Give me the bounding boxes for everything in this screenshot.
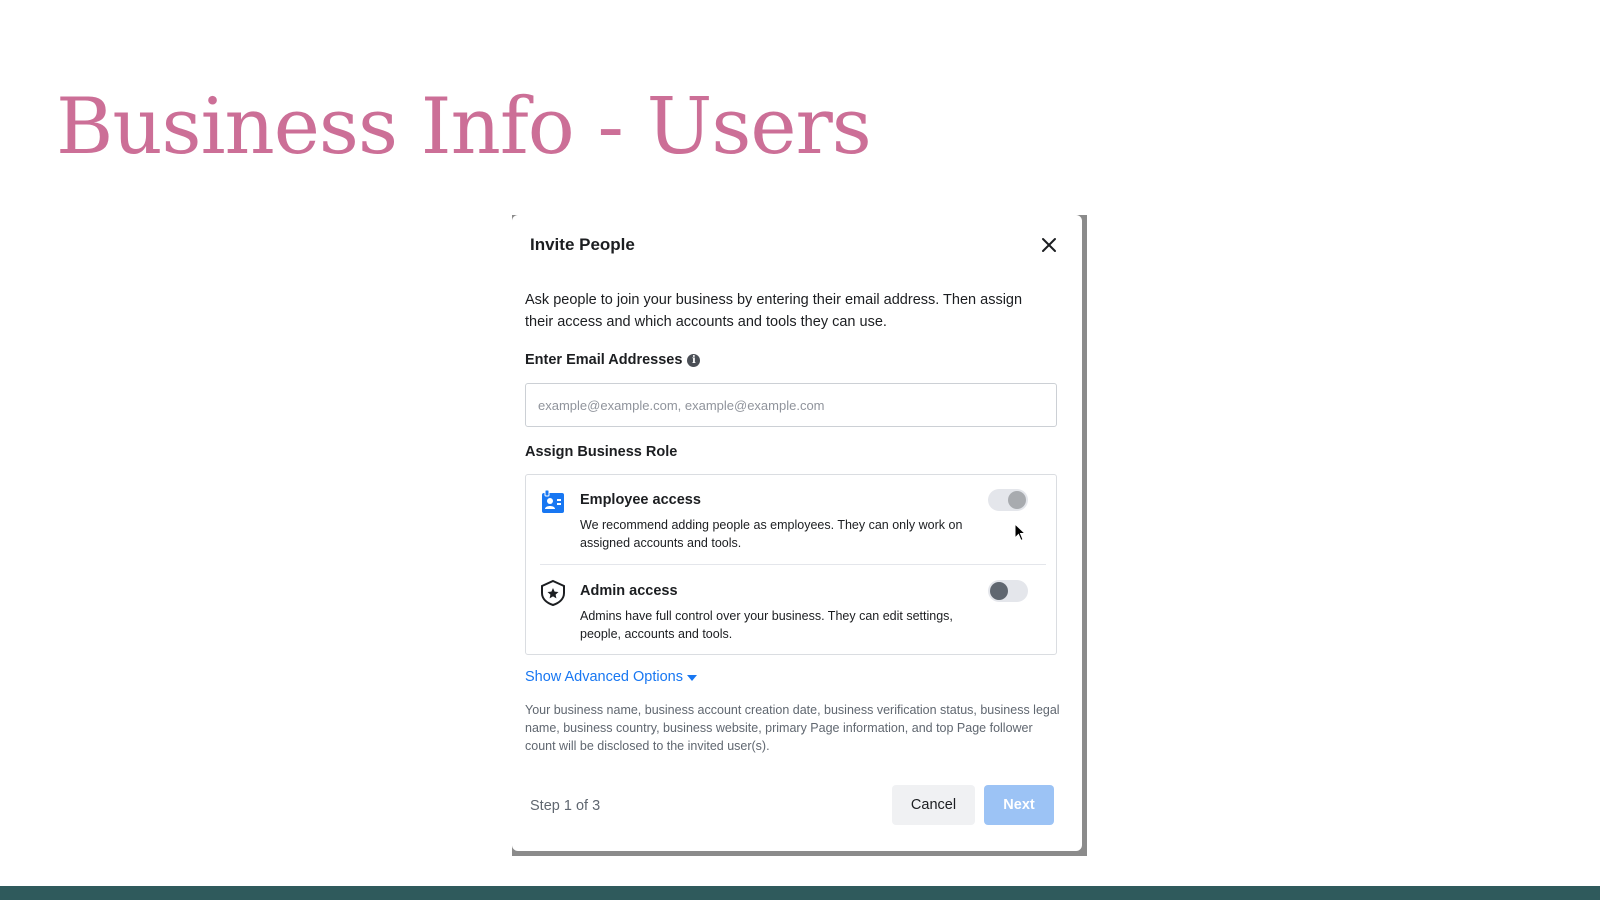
dialog-intro-text: Ask people to join your business by ente… [525, 292, 1023, 330]
employee-badge-icon [542, 489, 564, 513]
role-divider [540, 564, 1046, 565]
assign-role-label: Assign Business Role [525, 444, 678, 460]
next-button[interactable]: Next [984, 785, 1054, 825]
email-label-text: Enter Email Addresses [525, 352, 683, 368]
email-input[interactable] [525, 383, 1057, 427]
roles-box: Employee access We recommend adding peop… [525, 474, 1057, 655]
employee-access-toggle[interactable] [988, 489, 1028, 511]
cancel-button[interactable]: Cancel [892, 785, 975, 825]
admin-shield-icon [541, 579, 565, 607]
info-icon[interactable]: i [687, 353, 701, 367]
slide-footer-bar [0, 886, 1600, 900]
slide-title: Business Info - Users [56, 82, 872, 172]
role-description: We recommend adding people as employees.… [580, 518, 963, 550]
toggle-knob [1008, 491, 1026, 509]
dialog-title: Invite People [530, 235, 635, 254]
toggle-knob [990, 582, 1008, 600]
advanced-link-text: Show Advanced Options [525, 669, 683, 685]
role-name: Admin access [580, 583, 678, 599]
show-advanced-options-link[interactable]: Show Advanced Options [525, 669, 697, 685]
role-description: Admins have full control over your busin… [580, 609, 953, 641]
close-icon[interactable] [1040, 236, 1058, 254]
admin-access-toggle[interactable] [988, 580, 1028, 602]
role-name: Employee access [580, 492, 701, 508]
email-label: Enter Email Addresses i [525, 352, 701, 368]
role-option-employee[interactable]: Employee access We recommend adding peop… [526, 475, 1056, 565]
mouse-cursor-icon [1014, 523, 1027, 542]
screenshot-frame: Invite People Ask people to join your bu… [512, 215, 1087, 856]
invite-people-dialog: Invite People Ask people to join your bu… [512, 215, 1082, 851]
caret-down-icon [687, 675, 697, 681]
disclosure-text: Your business name, business account cre… [525, 703, 1060, 753]
role-option-admin[interactable]: Admin access Admins have full control ov… [526, 566, 1056, 656]
step-indicator: Step 1 of 3 [530, 798, 601, 814]
